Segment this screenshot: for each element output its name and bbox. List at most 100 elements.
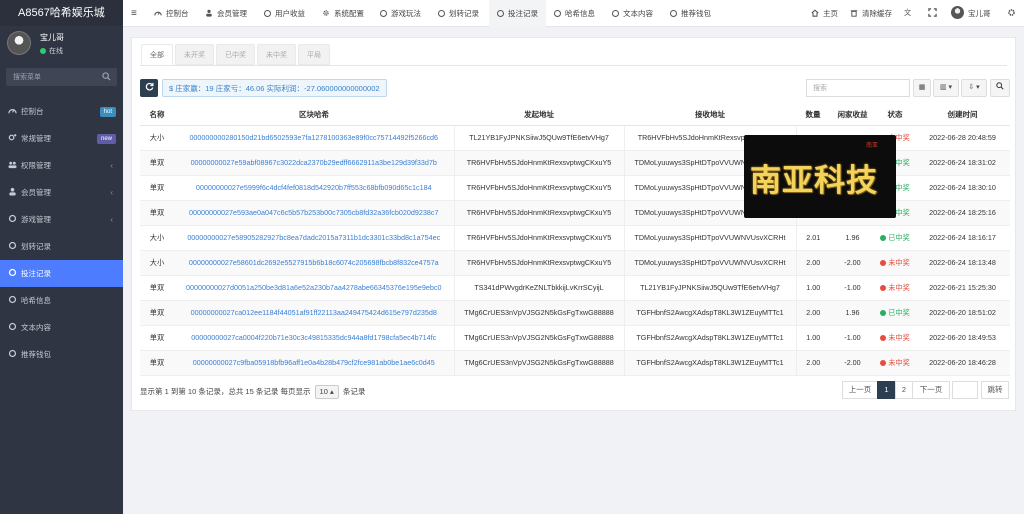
tab-game-rules[interactable]: 游戏玩法 xyxy=(380,0,421,27)
sidebar-item-wallet[interactable]: 推荐钱包 xyxy=(0,341,123,368)
cell-to-address: TDMoLyuuwys3SpHtDTpoVVUWNVUsvXCRHt xyxy=(623,225,797,251)
language-icon[interactable]: 文 xyxy=(904,0,913,27)
menu-toggle-icon[interactable]: ≡ xyxy=(131,0,137,27)
profit-summary: $ 庄家赢：19 庄家亏：46.06 实际利润：-27.060000000000… xyxy=(162,79,387,97)
cell-from-address: TR6HVFbHv5SJdoHnmKtRexsvptwgCKxuY5 xyxy=(453,225,625,251)
cell-block-hash[interactable]: 00000000027ca0004f220b71e30c3c49815335dc… xyxy=(174,325,454,351)
new-badge: new xyxy=(96,134,116,144)
cell-block-hash[interactable]: 00000000027ca012ee1184f44051af91ff22113a… xyxy=(174,300,454,326)
sidebar-item-general[interactable]: 常规管理 new xyxy=(0,125,123,152)
col-header-amount[interactable]: 数量 xyxy=(796,105,830,126)
tab-bets[interactable]: 投注记录 xyxy=(489,0,546,27)
cell-block-hash[interactable]: 00000000027d0051a250be3d81a6e52a230b7aa4… xyxy=(174,275,454,301)
cell-block-hash[interactable]: 00000000027e58601dc2692e5527915b6b18c607… xyxy=(174,250,454,276)
cell-created: 2022-06-24 18:30:10 xyxy=(915,175,1010,201)
prev-page-button[interactable]: 上一页 xyxy=(842,381,878,399)
col-header-status[interactable]: 状态 xyxy=(875,105,915,126)
jump-button[interactable]: 跳转 xyxy=(981,381,1009,399)
tab-system-config[interactable]: 系统配置 xyxy=(322,0,364,27)
refresh-button[interactable] xyxy=(140,79,158,97)
cell-player-profit: -2.00 xyxy=(830,250,875,276)
cell-created: 2022-06-24 18:13:48 xyxy=(915,250,1010,276)
tab-label: 系统配置 xyxy=(334,9,364,18)
cell-to-address: TGFHbnfS2AwcgXAdspT8KL3W1ZEuyMTTc1 xyxy=(623,350,797,376)
settings-icon[interactable] xyxy=(1007,0,1016,27)
tab-text-content[interactable]: 文本内容 xyxy=(612,0,653,27)
search-button[interactable] xyxy=(990,79,1010,97)
sidebar-item-transfers[interactable]: 划转记录 xyxy=(0,233,123,260)
col-header-block-hash[interactable]: 区块哈希 xyxy=(174,105,454,126)
tab-all[interactable]: 全部 xyxy=(141,44,173,65)
circle-icon xyxy=(380,10,387,17)
tab-lost[interactable]: 未中奖 xyxy=(257,44,296,65)
sidebar-item-hash-info[interactable]: 哈希信息 xyxy=(0,287,123,314)
clear-cache-button[interactable]: 清除缓存 xyxy=(850,0,892,27)
sidebar-item-members[interactable]: 会员管理 ‹ xyxy=(0,179,123,206)
cell-block-hash[interactable]: 00000000027e593ae0a047c6c5b57b253b00c730… xyxy=(174,200,454,226)
sidebar-item-games[interactable]: 游戏管理 ‹ xyxy=(0,206,123,233)
tab-won[interactable]: 已中奖 xyxy=(216,44,255,65)
sidebar-item-text-content[interactable]: 文本内容 xyxy=(0,314,123,341)
cell-to-address: TDMoLyuuwys3SpHtDTpoVVUWNVUsvXCRHt xyxy=(623,250,797,276)
cell-block-hash[interactable]: 00000000027e58905282927bc8ea7dadc2015a73… xyxy=(174,225,454,251)
search-icon[interactable] xyxy=(102,72,111,81)
tab-label: 推荐钱包 xyxy=(681,9,711,18)
home-link[interactable]: 主页 xyxy=(811,0,838,27)
tab-dashboard[interactable]: 控制台 xyxy=(154,0,189,27)
cell-status: 已中奖 xyxy=(875,300,915,326)
table-search-input[interactable] xyxy=(807,80,909,96)
sidebar: A8567哈希娱乐城 宝儿哥 在线 控制台 hot 常规管理 new 权限管理 … xyxy=(0,0,123,514)
tab-hash-info[interactable]: 哈希信息 xyxy=(554,0,595,27)
cell-block-hash[interactable]: 00000000027c9fba05918bfb96aff1e0a4b28b47… xyxy=(174,350,454,376)
cell-status: 未中奖 xyxy=(875,325,915,351)
page-size-select[interactable]: 10 ▴ xyxy=(314,385,339,399)
cell-amount: 2.01 xyxy=(796,225,830,251)
page-2-button[interactable]: 2 xyxy=(895,381,913,399)
sidebar-item-dashboard[interactable]: 控制台 hot xyxy=(0,98,123,125)
tab-transfers[interactable]: 划转记录 xyxy=(438,0,479,27)
col-header-to-address[interactable]: 接收地址 xyxy=(624,105,796,126)
status-dot-icon xyxy=(880,359,887,366)
status-label: 未中奖 xyxy=(888,332,910,342)
circle-icon xyxy=(8,349,17,358)
circle-icon xyxy=(8,295,17,304)
tab-user-earnings[interactable]: 用户收益 xyxy=(264,0,305,27)
status-label: 已中奖 xyxy=(888,307,910,317)
user-menu[interactable]: 宝儿哥 xyxy=(951,0,991,27)
page-1-button[interactable]: 1 xyxy=(877,381,896,399)
col-header-from-address[interactable]: 发起地址 xyxy=(454,105,624,126)
columns-button[interactable]: ▥ ▾ xyxy=(933,79,959,97)
next-page-button[interactable]: 下一页 xyxy=(912,381,950,399)
sidebar-item-permissions[interactable]: 权限管理 ‹ xyxy=(0,152,123,179)
table-row: 单双 00000000027d0051a250be3d81a6e52a230b7a… xyxy=(140,275,1010,301)
circle-icon xyxy=(612,10,619,17)
cell-block-hash[interactable]: 000000000280150d21bd6502593e7fa127810036… xyxy=(174,125,454,151)
tab-wallet[interactable]: 推荐钱包 xyxy=(670,0,711,27)
tab-draw[interactable]: 平局 xyxy=(298,44,330,65)
tab-members[interactable]: 会员管理 xyxy=(205,0,247,27)
circle-icon xyxy=(438,10,445,17)
status-label: 已中奖 xyxy=(888,232,910,242)
sidebar-item-label: 哈希信息 xyxy=(21,296,51,305)
cell-created: 2022-06-24 18:31:02 xyxy=(915,150,1010,176)
cell-name: 大小 xyxy=(140,125,174,151)
home-icon xyxy=(811,9,819,17)
tab-pending[interactable]: 未开奖 xyxy=(175,44,214,65)
sidebar-search-input[interactable] xyxy=(6,68,117,86)
sidebar-item-bets[interactable]: 投注记录 xyxy=(0,260,123,287)
col-header-created[interactable]: 创建时间 xyxy=(915,105,1010,126)
fullscreen-icon[interactable] xyxy=(928,0,937,27)
user-panel: 宝儿哥 在线 xyxy=(0,26,123,64)
toggle-view-button[interactable]: ▦ xyxy=(913,79,931,97)
cell-status: 未中奖 xyxy=(875,275,915,301)
user-menu-name: 宝儿哥 xyxy=(968,9,991,18)
col-header-name[interactable]: 名称 xyxy=(140,105,174,126)
cell-created: 2022-06-24 18:25:16 xyxy=(915,200,1010,226)
cell-block-hash[interactable]: 00000000027e59abf08967c3022dca2370b29edf… xyxy=(174,150,454,176)
export-button[interactable]: ⇩ ▾ xyxy=(961,79,987,97)
page-jump-input[interactable] xyxy=(952,381,978,399)
user-icon xyxy=(9,187,16,196)
avatar[interactable] xyxy=(7,31,31,55)
cell-block-hash[interactable]: 00000000027e5999f6c4dcf4fef0818d542920b7… xyxy=(174,175,454,201)
col-header-player-profit[interactable]: 闲家收益 xyxy=(830,105,875,126)
